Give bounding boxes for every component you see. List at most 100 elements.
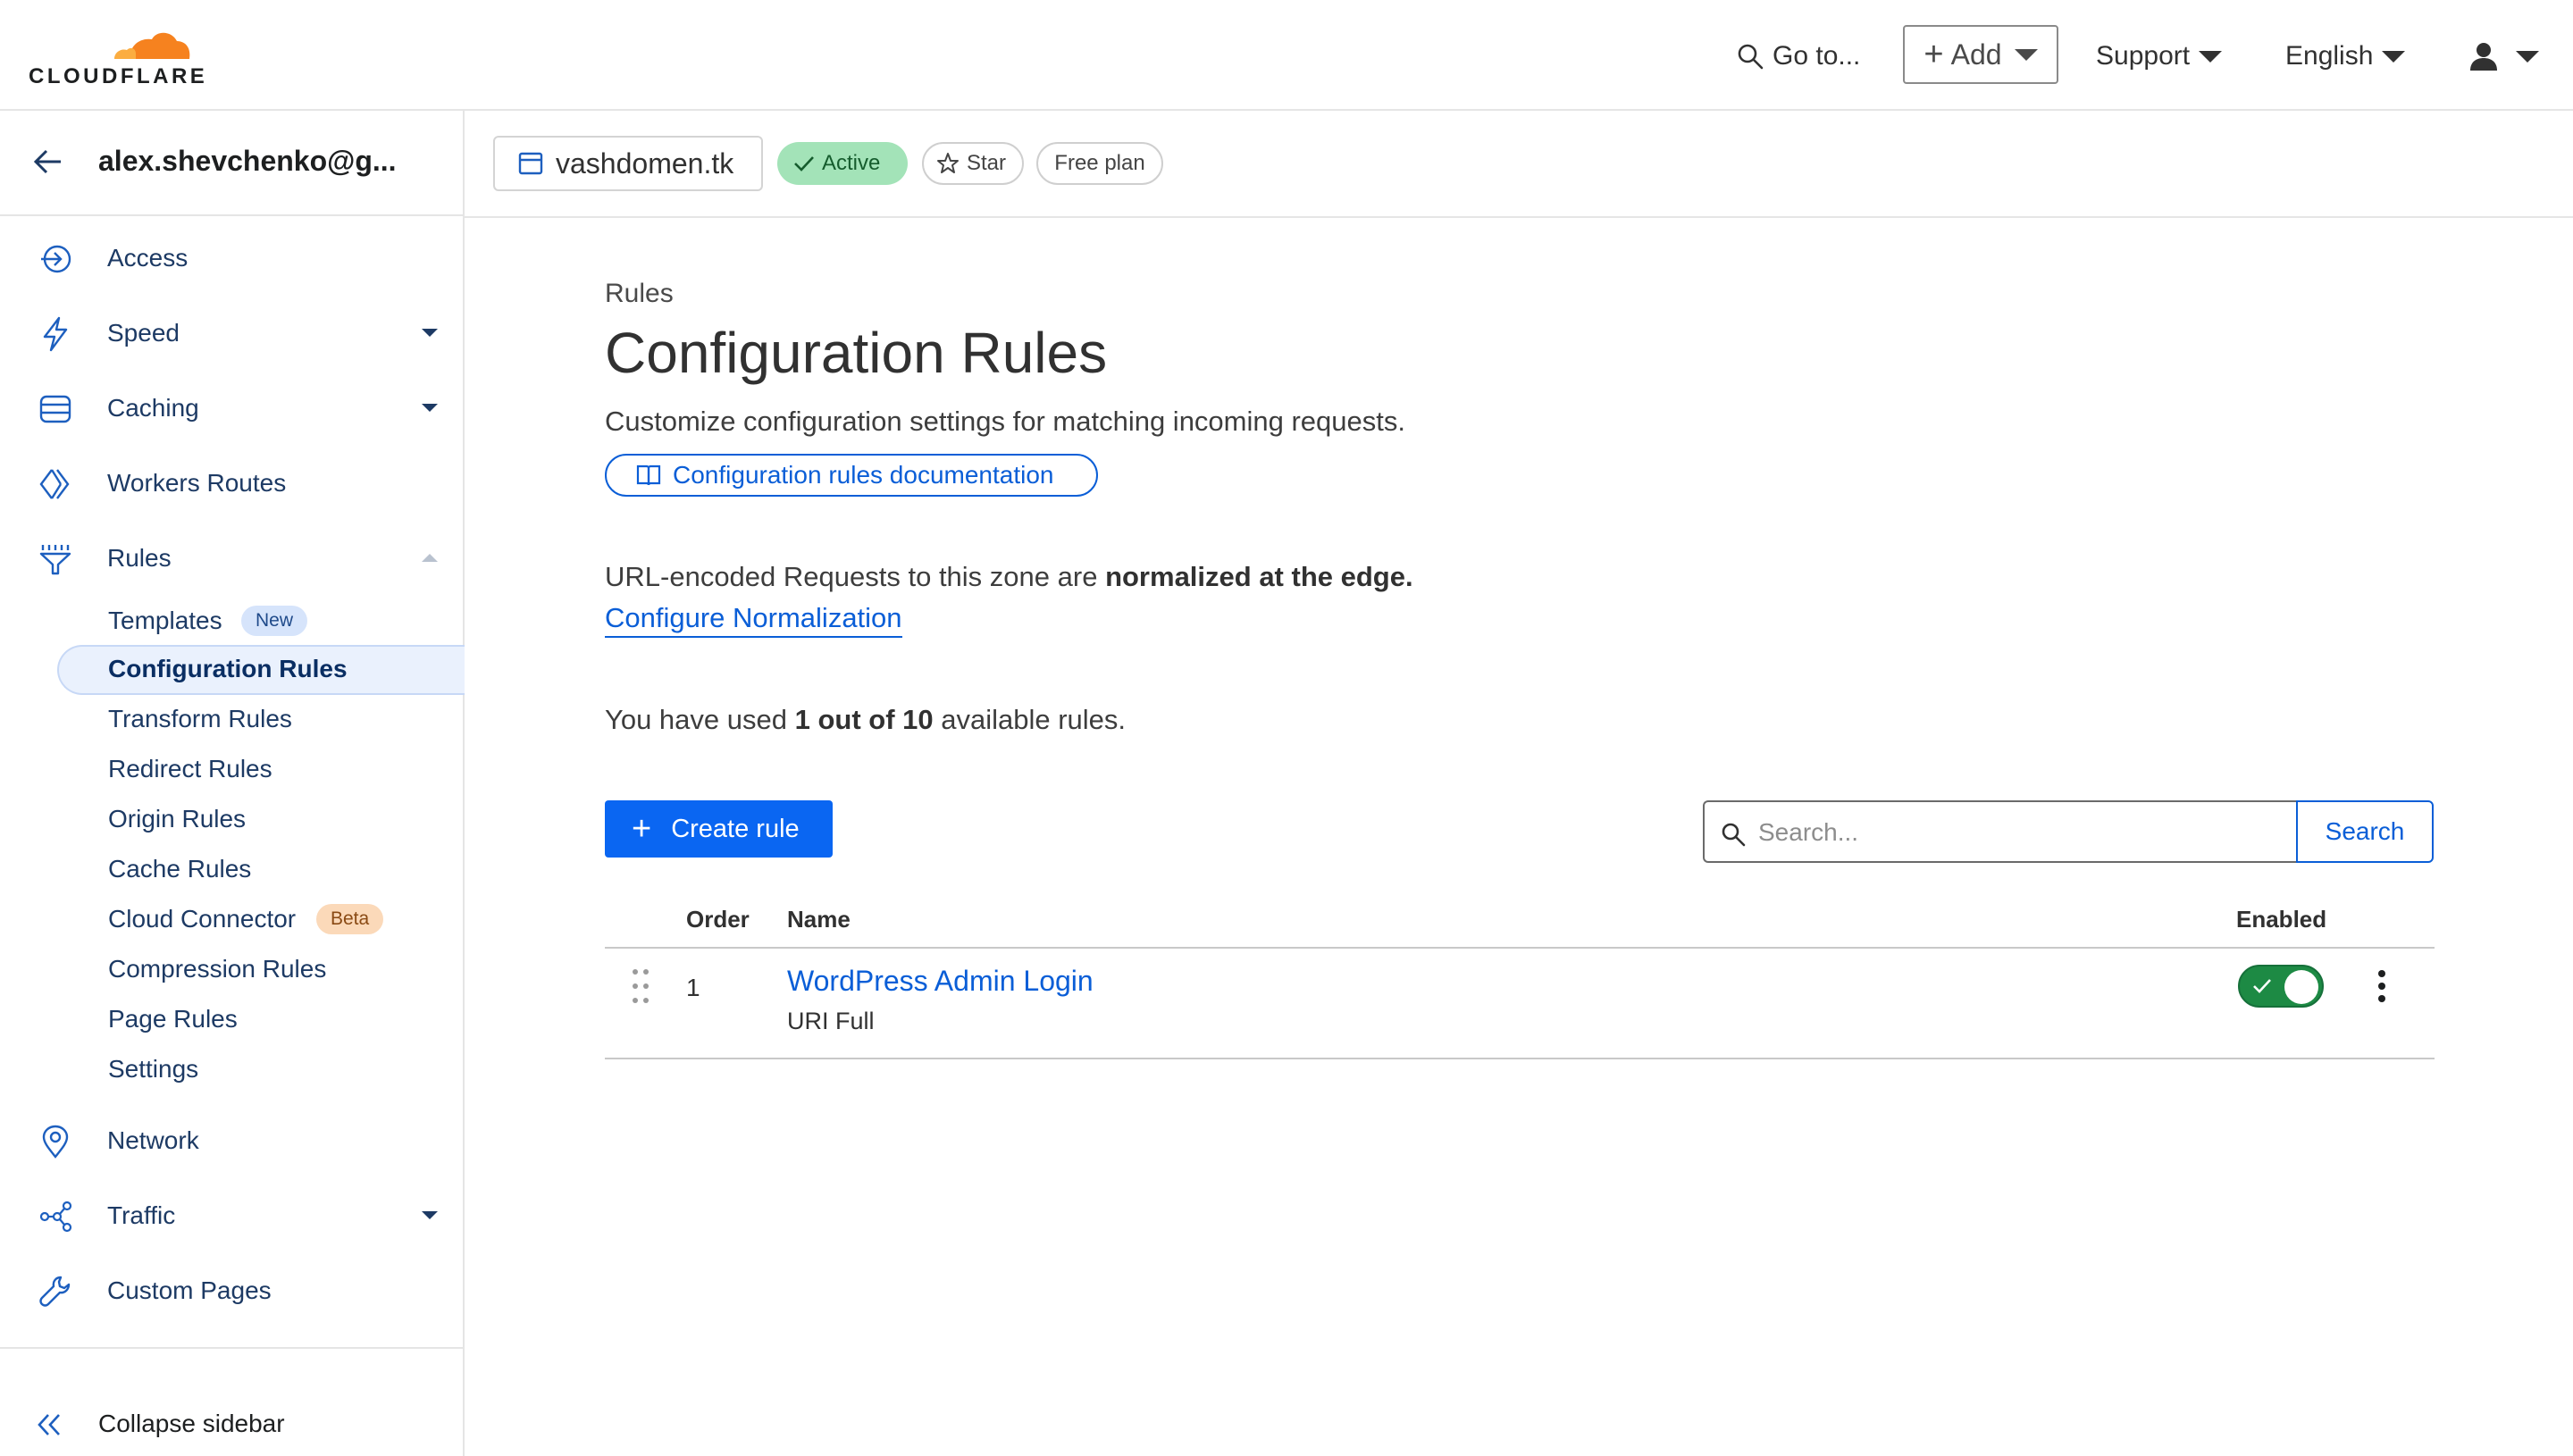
plan-label: Free plan bbox=[1054, 151, 1145, 175]
sidebar-item-speed[interactable]: Speed bbox=[0, 302, 463, 364]
usage-prefix: You have used bbox=[605, 704, 787, 735]
sidebar-item-network[interactable]: Network bbox=[0, 1109, 463, 1172]
user-icon bbox=[2470, 43, 2497, 71]
sidebar-subitem-label: Page Rules bbox=[108, 1005, 238, 1033]
sidebar-item-workers-routes[interactable]: Workers Routes bbox=[0, 452, 463, 515]
goto-button[interactable]: Go to... bbox=[1737, 34, 1860, 79]
sidebar-subitem-label: Transform Rules bbox=[108, 705, 292, 732]
sidebar-item-label: Workers Routes bbox=[107, 469, 287, 497]
column-header-name: Name bbox=[787, 906, 851, 933]
sidebar-item-label: Network bbox=[107, 1126, 199, 1154]
support-label: Support bbox=[2096, 41, 2191, 71]
zone-bar: vashdomen.tk Active Star Free plan bbox=[465, 111, 2573, 218]
search-input[interactable]: Search... bbox=[1703, 800, 2296, 863]
chevron-down-icon bbox=[2382, 50, 2406, 63]
sidebar-subitem-transform-rules[interactable]: Transform Rules bbox=[0, 695, 463, 743]
usage-notice: You have used 1 out of 10 available rule… bbox=[605, 704, 1126, 736]
sidebar-item-label: Access bbox=[107, 244, 189, 272]
user-menu[interactable] bbox=[2468, 34, 2539, 79]
documentation-label: Configuration rules documentation bbox=[673, 461, 1054, 489]
search-icon bbox=[1738, 44, 1764, 70]
collapse-sidebar-button[interactable]: Collapse sidebar bbox=[0, 1397, 463, 1451]
rule-subtitle: URI Full bbox=[787, 1008, 875, 1034]
collapse-sidebar-label: Collapse sidebar bbox=[98, 1410, 285, 1437]
rule-order: 1 bbox=[686, 974, 700, 1001]
sidebar-item-custom-pages[interactable]: Custom Pages bbox=[0, 1259, 463, 1322]
chevron-down-icon bbox=[422, 1211, 438, 1219]
sidebar-subitem-origin-rules[interactable]: Origin Rules bbox=[0, 795, 463, 843]
status-label: Active bbox=[822, 151, 881, 175]
page-description: Customize configuration settings for mat… bbox=[605, 406, 1405, 437]
add-button[interactable]: + Add bbox=[1903, 25, 2058, 84]
sidebar-item-label: Traffic bbox=[107, 1201, 176, 1229]
usage-suffix: available rules. bbox=[941, 704, 1127, 735]
add-label: Add bbox=[1950, 38, 2002, 71]
logo-wordmark: CLOUDFLARE bbox=[29, 64, 208, 88]
cloudflare-logo[interactable]: CLOUDFLARE bbox=[29, 20, 225, 91]
drag-handle-icon[interactable] bbox=[631, 966, 650, 1006]
main-content: Rules Configuration Rules Customize conf… bbox=[465, 218, 2573, 1456]
network-nodes-icon bbox=[39, 1201, 72, 1233]
sidebar-subitem-configuration-rules[interactable]: Configuration Rules bbox=[0, 645, 465, 695]
documentation-link[interactable]: Configuration rules documentation bbox=[605, 454, 1098, 497]
sidebar-subitem-label: Compression Rules bbox=[108, 955, 327, 983]
star-label: Star bbox=[967, 151, 1007, 175]
search-button[interactable]: Search bbox=[2296, 800, 2434, 863]
goto-label: Go to... bbox=[1773, 41, 1861, 71]
top-header: CLOUDFLARE Go to... + Add Support Englis… bbox=[0, 0, 2573, 111]
more-vertical-icon[interactable] bbox=[2376, 968, 2387, 1004]
column-header-order: Order bbox=[686, 906, 750, 933]
sidebar-subitem-templates[interactable]: Templates New bbox=[0, 597, 463, 645]
sidebar-subitem-redirect-rules[interactable]: Redirect Rules bbox=[0, 745, 463, 793]
chevron-down-icon bbox=[2516, 50, 2539, 63]
sidebar-subitem-cloud-connector[interactable]: Cloud Connector Beta bbox=[0, 895, 463, 943]
sidebar-item-rules[interactable]: Rules bbox=[0, 527, 463, 590]
sidebar-item-access[interactable]: Access bbox=[0, 227, 463, 289]
rule-enabled-toggle[interactable] bbox=[2238, 965, 2324, 1008]
language-dropdown[interactable]: English bbox=[2285, 34, 2406, 79]
sidebar-subitem-label: Cache Rules bbox=[108, 855, 252, 883]
check-icon bbox=[2253, 979, 2271, 993]
create-rule-button[interactable]: + Create rule bbox=[605, 800, 833, 858]
normalization-bold: normalized at the edge. bbox=[1105, 561, 1413, 592]
search-icon bbox=[1722, 823, 1746, 847]
configure-normalization-link[interactable]: Configure Normalization bbox=[605, 602, 902, 638]
normalization-prefix: URL-encoded Requests to this zone are bbox=[605, 561, 1098, 592]
rule-name-link[interactable]: WordPress Admin Login bbox=[787, 965, 1094, 998]
account-switcher[interactable]: alex.shevchenko@g... bbox=[0, 111, 463, 216]
sidebar-item-traffic[interactable]: Traffic bbox=[0, 1184, 463, 1247]
star-icon bbox=[937, 153, 959, 173]
table-row-divider bbox=[605, 1058, 2435, 1059]
sidebar-subitem-cache-rules[interactable]: Cache Rules bbox=[0, 845, 463, 893]
sidebar-subitem-label: Origin Rules bbox=[108, 805, 247, 833]
map-pin-icon bbox=[42, 1125, 69, 1159]
sidebar-subitem-settings[interactable]: Settings bbox=[0, 1045, 463, 1093]
sidebar-item-label: Rules bbox=[107, 544, 172, 572]
plus-icon: + bbox=[632, 810, 652, 848]
funnel-icon bbox=[39, 545, 71, 575]
sidebar-subitem-page-rules[interactable]: Page Rules bbox=[0, 995, 463, 1043]
sidebar-item-label: Custom Pages bbox=[107, 1276, 272, 1304]
breadcrumb[interactable]: Rules bbox=[605, 279, 674, 309]
zone-selector[interactable]: vashdomen.tk bbox=[493, 136, 763, 191]
toggle-knob bbox=[2284, 970, 2318, 1004]
sidebar-subitem-label: Settings bbox=[108, 1055, 199, 1083]
wrench-icon bbox=[39, 1276, 71, 1307]
new-badge: New bbox=[241, 606, 308, 636]
plan-badge[interactable]: Free plan bbox=[1036, 142, 1163, 185]
column-header-enabled: Enabled bbox=[2236, 906, 2327, 933]
workers-icon bbox=[39, 469, 70, 499]
sidebar-item-caching[interactable]: Caching bbox=[0, 377, 463, 439]
sidebar-divider bbox=[0, 1347, 463, 1349]
normalization-notice: URL-encoded Requests to this zone are no… bbox=[605, 561, 1413, 593]
plus-icon: + bbox=[1923, 36, 1944, 73]
support-dropdown[interactable]: Support bbox=[2096, 34, 2223, 79]
chevron-down-icon bbox=[422, 329, 438, 337]
arrow-left-icon[interactable] bbox=[32, 146, 63, 177]
zone-domain: vashdomen.tk bbox=[556, 146, 734, 180]
bolt-icon bbox=[43, 316, 68, 352]
chevron-up-icon bbox=[422, 554, 438, 562]
star-button[interactable]: Star bbox=[922, 142, 1024, 185]
sidebar-subitem-compression-rules[interactable]: Compression Rules bbox=[0, 945, 463, 993]
sidebar-item-label: Caching bbox=[107, 394, 199, 422]
